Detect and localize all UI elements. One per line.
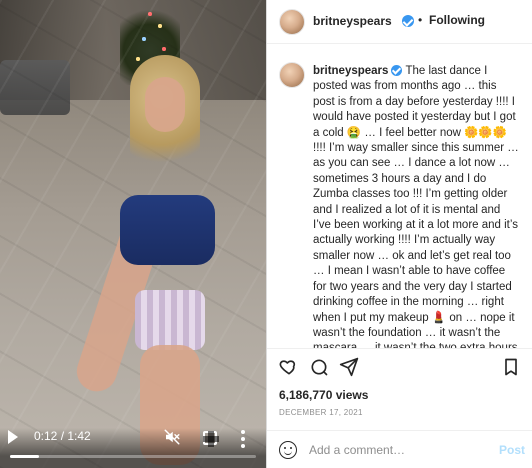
bookmark-svg [505, 358, 517, 376]
header-username[interactable]: britneyspears [313, 14, 392, 28]
following-button[interactable]: Following [429, 13, 485, 27]
heart-svg [279, 360, 296, 375]
muted-speaker-icon[interactable] [163, 428, 181, 446]
caption-text: britneyspears The last dance I posted was… [313, 64, 521, 348]
video-player[interactable]: 0:12 / 1:42 [0, 0, 266, 468]
dancer-shorts [135, 290, 205, 350]
video-progress-fill [10, 455, 39, 458]
views-count: 6,186,770 views [279, 388, 369, 402]
dancer-figure [71, 55, 220, 465]
header-separator: • [418, 13, 423, 27]
video-time: 0:12 / 1:42 [34, 429, 91, 443]
post-header: britneyspears • Following [267, 0, 532, 44]
share-svg [339, 357, 359, 377]
video-progress-track[interactable] [10, 455, 256, 458]
post-side-panel: britneyspears • Following britneyspears T… [266, 0, 532, 468]
verified-badge-icon [402, 15, 414, 27]
avatar[interactable] [279, 9, 305, 35]
video-controls-row: 0:12 / 1:42 [0, 428, 266, 450]
verified-badge-icon [391, 65, 403, 77]
comment-input[interactable] [309, 440, 484, 460]
add-comment-row: Post [267, 430, 532, 468]
play-icon[interactable] [8, 430, 18, 444]
caption-body: The last dance I posted was from months … [313, 65, 519, 348]
video-controls: 0:12 / 1:42 [0, 428, 266, 468]
emoji-icon[interactable] [279, 441, 297, 459]
caption-username[interactable]: britneyspears [313, 65, 388, 77]
caption: britneyspears The last dance I posted was… [267, 44, 532, 348]
post-actions [267, 349, 532, 385]
bookmark-icon[interactable] [501, 357, 521, 377]
more-vertical-icon[interactable] [240, 430, 246, 448]
dancer-face [145, 77, 185, 132]
dancer-top [120, 195, 215, 265]
muted-speaker-svg [164, 429, 180, 445]
post-button[interactable]: Post [499, 443, 525, 457]
comment-svg [311, 359, 328, 376]
caption-avatar[interactable] [279, 62, 305, 88]
share-icon[interactable] [339, 357, 359, 377]
heart-icon[interactable] [279, 357, 299, 377]
post-date: DECEMBER 17, 2021 [279, 408, 363, 417]
fullscreen-icon[interactable] [203, 431, 219, 447]
comment-icon[interactable] [309, 357, 329, 377]
